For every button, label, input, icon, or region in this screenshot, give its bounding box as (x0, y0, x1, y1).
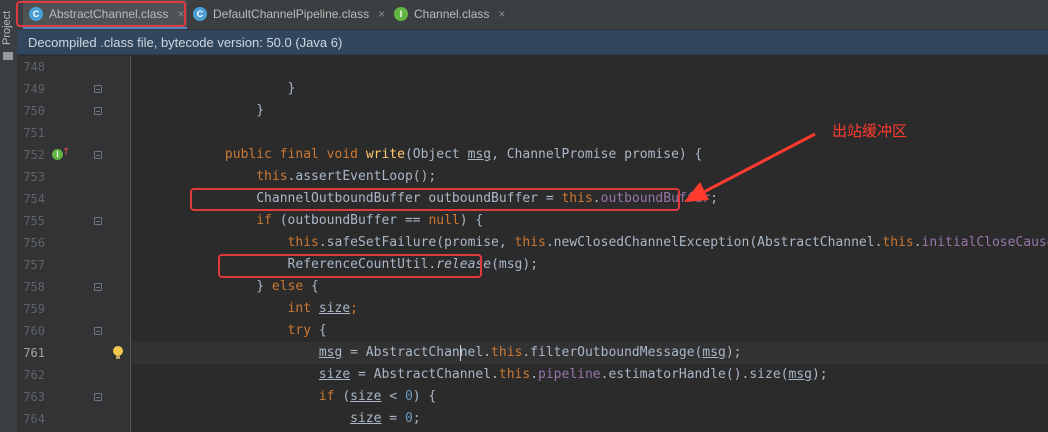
annotation-arrow (684, 132, 816, 202)
annotation-label: 出站缓冲区 (832, 122, 908, 140)
arrow-shaft (699, 132, 816, 196)
